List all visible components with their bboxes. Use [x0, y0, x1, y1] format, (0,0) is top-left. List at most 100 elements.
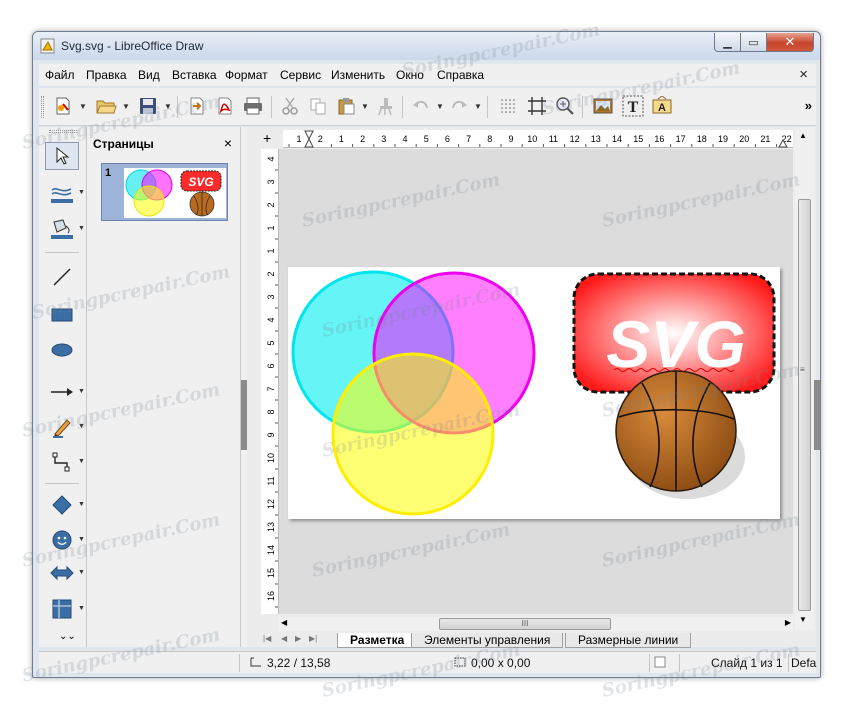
close-window-button[interactable]: ✕: [766, 33, 814, 52]
symbol-shapes-dropdown[interactable]: ▼: [78, 536, 85, 543]
page-thumbnail: SVG: [124, 168, 226, 218]
block-arrows-dropdown[interactable]: ▼: [78, 569, 85, 576]
line-color-dropdown[interactable]: ▼: [78, 189, 85, 196]
scroll-up-arrow[interactable]: ▲: [799, 131, 807, 140]
select-tool[interactable]: [45, 142, 79, 170]
menu-view[interactable]: Вид: [138, 68, 160, 82]
horizontal-ruler[interactable]: 1 2 1 2 3 4 5 6 7 8 9 10 11 12 13 14 15 16 17 18 19 20 21 22: [283, 130, 793, 148]
more-tools-chevron-icon[interactable]: ⌄⌄: [59, 631, 76, 642]
ruler-tick-label: 1: [266, 225, 276, 230]
vertical-scrollbar-thumb[interactable]: [798, 199, 811, 611]
yellow-circle[interactable]: [331, 352, 495, 516]
tab-first-icon[interactable]: |◀: [263, 634, 271, 643]
line-tool[interactable]: [45, 263, 79, 291]
menu-tools[interactable]: Сервис: [280, 68, 321, 82]
tab-layout[interactable]: Разметка: [337, 633, 418, 648]
close-document-button[interactable]: ×: [799, 66, 808, 83]
new-dropdown-arrow[interactable]: ▼: [79, 102, 87, 111]
open-folder-icon[interactable]: [94, 94, 118, 118]
menu-bar: Файл Правка Вид Вставка Формат Сервис Из…: [39, 64, 816, 86]
menu-insert[interactable]: Вставка: [172, 68, 217, 82]
cut-icon[interactable]: [278, 94, 302, 118]
save-dropdown-arrow[interactable]: ▼: [164, 102, 172, 111]
redo-icon[interactable]: [447, 94, 471, 118]
fontwork-icon[interactable]: A: [650, 94, 674, 118]
horizontal-scrollbar[interactable]: ◀ III ▶: [279, 617, 793, 631]
scroll-left-arrow[interactable]: ◀: [281, 618, 287, 627]
minimize-button[interactable]: ▁: [714, 33, 741, 52]
horizontal-scrollbar-thumb[interactable]: III: [439, 618, 611, 630]
ruler-tick-label: 1: [296, 134, 301, 144]
freeform-tool[interactable]: [45, 413, 79, 441]
area-fill-dropdown[interactable]: ▼: [78, 225, 85, 232]
clone-formatting-icon[interactable]: [373, 94, 397, 118]
export-pdf-icon[interactable]: [213, 94, 237, 118]
block-arrows-tool[interactable]: [45, 559, 79, 587]
canvas-workspace[interactable]: SVG: [279, 149, 793, 614]
rectangle-tool[interactable]: [45, 301, 79, 329]
connector-tool[interactable]: [45, 448, 79, 476]
export-icon[interactable]: [185, 94, 209, 118]
connector-dropdown[interactable]: ▼: [78, 458, 85, 465]
undo-icon[interactable]: [409, 94, 433, 118]
toolbar-overflow-button[interactable]: »: [805, 98, 812, 113]
grid-icon[interactable]: [497, 94, 521, 118]
status-slide: Слайд 1 из 1: [711, 656, 783, 670]
text-icon[interactable]: T: [621, 94, 645, 118]
vertical-ruler[interactable]: 4 3 2 1 1 2 3 4 5 6 7 8 9 10 11 12 13 14 15 16: [261, 149, 279, 614]
tab-prev-icon[interactable]: ◀: [281, 634, 287, 643]
title-bar[interactable]: Svg.svg - LibreOffice Draw ▁ ▭ ✕: [33, 32, 820, 60]
flowchart-dropdown[interactable]: ▼: [78, 605, 85, 612]
menu-file[interactable]: Файл: [45, 68, 75, 82]
menu-edit[interactable]: Правка: [86, 68, 127, 82]
menu-window[interactable]: Окно: [396, 68, 424, 82]
page-thumbnail-selected[interactable]: 1 SVG: [101, 163, 228, 221]
tab-controls[interactable]: Элементы управления: [411, 633, 564, 648]
basic-shapes-tool[interactable]: [45, 491, 79, 519]
paste-icon[interactable]: [334, 94, 358, 118]
status-position: 3,22 / 13,58: [267, 656, 331, 670]
line-color-tool[interactable]: [45, 181, 79, 209]
ruler-tick-label: 15: [633, 134, 643, 144]
image-icon[interactable]: [591, 94, 615, 118]
print-icon[interactable]: [241, 94, 265, 118]
scroll-right-arrow[interactable]: ▶: [785, 618, 791, 627]
redo-dropdown-arrow[interactable]: ▼: [474, 102, 482, 111]
tab-dimension-lines[interactable]: Размерные линии: [565, 633, 692, 648]
libreoffice-draw-icon: [40, 38, 56, 54]
toolbar-grip[interactable]: [41, 96, 44, 118]
tab-last-icon[interactable]: ▶|: [309, 634, 317, 643]
ruler-origin-crosshair-icon[interactable]: +: [263, 131, 271, 145]
status-separator: [788, 654, 789, 672]
pages-panel-close-button[interactable]: ×: [224, 135, 232, 151]
arrow-line-dropdown[interactable]: ▼: [78, 388, 85, 395]
new-document-icon[interactable]: [51, 94, 75, 118]
ellipse-tool[interactable]: [45, 336, 79, 364]
symbol-shapes-tool[interactable]: [45, 526, 79, 554]
freeform-dropdown[interactable]: ▼: [78, 423, 85, 430]
vertical-scrollbar[interactable]: ▲ ≡ ▼: [795, 127, 814, 630]
helplines-icon[interactable]: [525, 94, 549, 118]
basic-shapes-dropdown[interactable]: ▼: [78, 501, 85, 508]
tab-next-icon[interactable]: ▶: [295, 634, 301, 643]
ruler-tick-label: 19: [718, 134, 728, 144]
toolbar-grip[interactable]: [49, 130, 77, 133]
arrow-line-tool[interactable]: [45, 378, 79, 406]
flowchart-tool[interactable]: [45, 595, 79, 623]
zoom-pan-icon[interactable]: [553, 94, 577, 118]
document-modified-icon[interactable]: [654, 656, 666, 671]
paste-dropdown-arrow[interactable]: ▼: [361, 102, 369, 111]
ruler-tick-label: 11: [266, 476, 276, 485]
copy-icon[interactable]: [306, 94, 330, 118]
menu-help[interactable]: Справка: [437, 68, 484, 82]
undo-dropdown-arrow[interactable]: ▼: [436, 102, 444, 111]
save-icon[interactable]: [136, 94, 160, 118]
menu-format[interactable]: Формат: [225, 68, 268, 82]
sidebar-splitter-handle[interactable]: [814, 380, 820, 450]
open-dropdown-arrow[interactable]: ▼: [122, 102, 130, 111]
menu-modify[interactable]: Изменить: [331, 68, 385, 82]
scroll-down-arrow[interactable]: ▼: [799, 615, 807, 624]
area-fill-tool[interactable]: [45, 215, 79, 243]
maximize-button[interactable]: ▭: [740, 33, 767, 52]
drawing-page[interactable]: SVG: [288, 267, 780, 519]
